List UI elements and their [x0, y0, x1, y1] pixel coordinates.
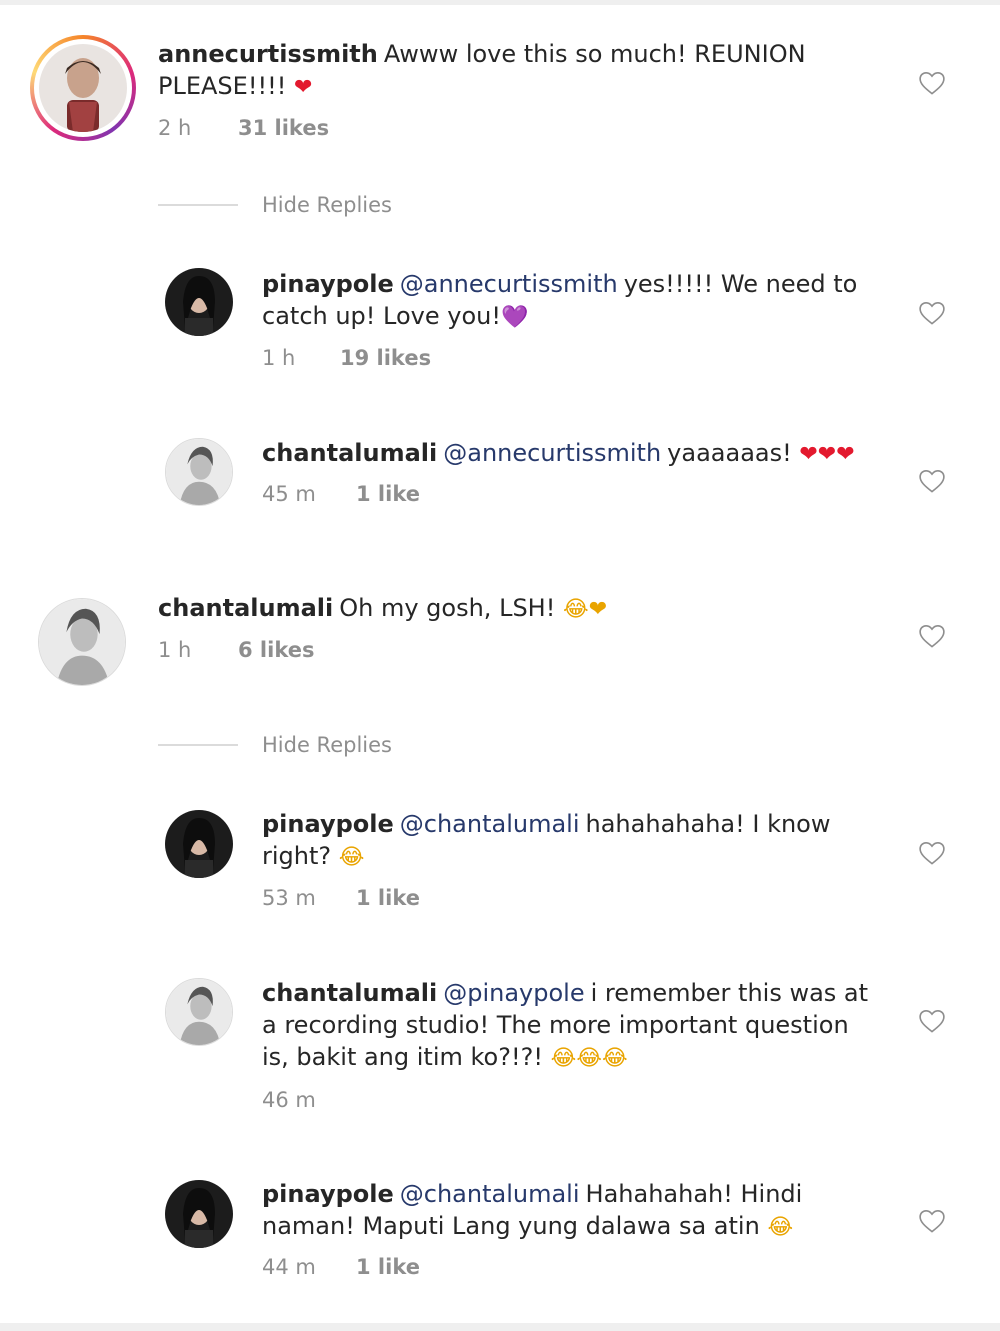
purple-heart-emoji-icon: 💜: [501, 305, 529, 330]
heart-outline-icon: [919, 71, 945, 95]
like-button[interactable]: [917, 68, 947, 98]
avatar-photo-icon: [165, 810, 233, 878]
avatar[interactable]: [165, 1180, 233, 1248]
avatar-photo-icon: [166, 439, 232, 505]
hide-replies-toggle[interactable]: Hide Replies: [158, 730, 392, 760]
replies-divider: [158, 204, 238, 206]
laugh-heart-emoji-icon: 😂❤: [562, 597, 608, 622]
comment-body: pinaypole @annecurtissmith yes!!!!! We nee…: [262, 268, 882, 334]
username[interactable]: pinaypole: [262, 810, 394, 838]
mention-link[interactable]: @annecurtissmith: [400, 270, 618, 298]
hide-replies-label[interactable]: Hide Replies: [262, 193, 392, 217]
comment-meta: 53 m 1 like: [262, 886, 420, 910]
mention-link[interactable]: @chantalumali: [400, 810, 580, 838]
avatar[interactable]: [165, 438, 233, 506]
mention-link[interactable]: @annecurtissmith: [443, 439, 661, 467]
replies-divider: [158, 744, 238, 746]
heart-outline-icon: [919, 1209, 945, 1233]
comment-meta: 45 m 1 like: [262, 482, 420, 506]
username[interactable]: chantalumali: [262, 979, 437, 1007]
heart-outline-icon: [919, 841, 945, 865]
likes-count[interactable]: 6 likes: [238, 638, 314, 662]
timestamp: 2 h: [158, 116, 192, 140]
comment-meta: 1 h 19 likes: [262, 346, 431, 370]
avatar[interactable]: [38, 598, 126, 686]
avatar-photo-icon: [165, 1180, 233, 1248]
likes-count[interactable]: 1 like: [356, 886, 420, 910]
likes-count[interactable]: 19 likes: [340, 346, 431, 370]
like-button[interactable]: [917, 1006, 947, 1036]
laugh-emoji-icon: 😂: [338, 845, 365, 870]
avatar-photo-icon: [165, 268, 233, 336]
mention-link[interactable]: @pinaypole: [443, 979, 584, 1007]
laugh-emoji-icon: 😂😂😂: [550, 1046, 628, 1071]
comment-text: yaaaaaas!: [667, 439, 792, 467]
heart-outline-icon: [919, 1009, 945, 1033]
comment-meta: 46 m: [262, 1088, 316, 1112]
comment-body: annecurtissmith Awww love this so much! R…: [158, 38, 878, 104]
username[interactable]: chantalumali: [262, 439, 437, 467]
hide-replies-toggle[interactable]: Hide Replies: [158, 190, 392, 220]
likes-count[interactable]: 1 like: [356, 1255, 420, 1279]
mention-link[interactable]: @chantalumali: [400, 1180, 580, 1208]
heart-outline-icon: [919, 301, 945, 325]
comment-body: pinaypole @chantalumali Hahahahah! Hindi n…: [262, 1178, 882, 1244]
avatar-photo-icon: [39, 599, 125, 685]
comment-meta: 44 m 1 like: [262, 1255, 420, 1279]
like-button[interactable]: [917, 1206, 947, 1236]
timestamp: 1 h: [262, 346, 296, 370]
avatar[interactable]: [165, 978, 233, 1046]
username[interactable]: chantalumali: [158, 594, 333, 622]
comment-meta: 2 h 31 likes: [158, 116, 329, 140]
heart-outline-icon: [919, 469, 945, 493]
timestamp: 44 m: [262, 1255, 316, 1279]
heart-outline-icon: [919, 624, 945, 648]
avatar[interactable]: [165, 810, 233, 878]
comment-body: chantalumali @pinaypole i remember this wa…: [262, 977, 872, 1075]
avatar-photo-icon: [39, 44, 127, 132]
username[interactable]: pinaypole: [262, 270, 394, 298]
comment-body: chantalumali @annecurtissmith yaaaaaas! ❤❤…: [262, 437, 902, 471]
comment-body: pinaypole @chantalumali hahahahaha! I know…: [262, 808, 842, 874]
comment-text: Oh my gosh, LSH!: [339, 594, 556, 622]
likes-count[interactable]: 31 likes: [238, 116, 329, 140]
like-button[interactable]: [917, 838, 947, 868]
timestamp: 1 h: [158, 638, 192, 662]
hide-replies-label[interactable]: Hide Replies: [262, 733, 392, 757]
top-divider: [0, 0, 1000, 5]
likes-count[interactable]: 1 like: [356, 482, 420, 506]
heart-emoji-icon: ❤: [293, 75, 313, 100]
comment-body: chantalumali Oh my gosh, LSH! 😂❤: [158, 592, 878, 626]
username[interactable]: annecurtissmith: [158, 40, 378, 68]
timestamp: 45 m: [262, 482, 316, 506]
bottom-divider: [0, 1323, 1000, 1331]
timestamp: 46 m: [262, 1088, 316, 1112]
comment-meta: 1 h 6 likes: [158, 638, 314, 662]
laugh-emoji-icon: 😂: [767, 1215, 794, 1240]
like-button[interactable]: [917, 298, 947, 328]
heart-emoji-icon: ❤❤❤: [799, 442, 855, 467]
avatar[interactable]: [165, 268, 233, 336]
comments-panel: annecurtissmith Awww love this so much! R…: [0, 0, 1000, 1331]
avatar-photo-icon: [166, 979, 232, 1045]
avatar[interactable]: [39, 44, 127, 132]
like-button[interactable]: [917, 466, 947, 496]
like-button[interactable]: [917, 621, 947, 651]
username[interactable]: pinaypole: [262, 1180, 394, 1208]
timestamp: 53 m: [262, 886, 316, 910]
story-ring[interactable]: [30, 35, 136, 141]
